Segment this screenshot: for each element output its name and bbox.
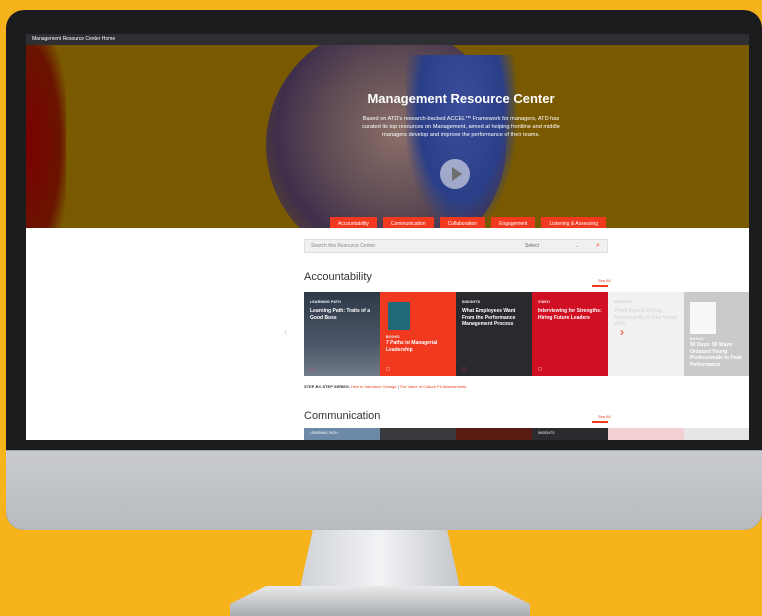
card-video[interactable]: VIDEO Interviewing for Strengths: Hiring… [532,292,608,376]
card-tag: VIDEO [538,300,550,304]
monitor-chin [6,450,762,530]
card-tag: LEARNING PATH [310,431,338,435]
collaboration-button[interactable]: Collaboration [439,217,486,228]
step-series-label: STEP-BY-STEP SERIES: [304,384,350,389]
accountability-carousel: LEARNING PATH Learning Path: Traits of a… [304,292,749,376]
search-icon[interactable]: ⌕ [589,242,607,250]
card-title: 90 Days: 90 Ways: Onboard Young Professi… [690,342,742,368]
screen: Management Resource Center Home Manageme… [26,34,749,440]
card-tag: LEARNING PATH [310,300,341,304]
monitor-stand-neck [300,530,460,588]
card-tag: BOOKS [386,335,400,339]
card-insights[interactable]: INSIGHTS What Employees Want From the Pe… [456,292,532,376]
search-input[interactable]: Search this Resource Center [311,243,525,249]
engagement-button[interactable]: Engagement [491,217,536,228]
book-cover [388,302,410,330]
card-item-faded[interactable] [684,428,749,440]
card-learning-path[interactable]: LEARNING PATH [304,428,380,440]
hero-person [406,55,516,228]
section-title-accountability: Accountability [304,271,372,283]
communication-button[interactable]: Communication [382,217,434,228]
carousel-next-icon[interactable]: › [620,325,624,339]
listening-assessing-button[interactable]: Listening & Assessing [541,217,607,228]
section-title-communication: Communication [304,410,381,422]
card-tag: INSIGHTS [538,431,555,435]
card-item[interactable] [456,428,532,440]
see-all-accountability[interactable]: See All [598,278,610,283]
hero-banner: Management Resource Center Based on ATD'… [26,45,749,228]
link-culture-fit[interactable]: The Value of Culture Fit Assessments [400,384,467,389]
step-by-step-series: STEP-BY-STEP SERIES: How to Introduce Ch… [304,384,466,389]
view-icon: ▢ [462,366,466,371]
chevron-down-icon[interactable]: ⌄ [575,243,589,249]
card-book-faded[interactable]: BOOKS 90 Days: 90 Ways: Onboard Young Pr… [684,292,749,376]
see-all-underline [592,421,608,423]
communication-carousel: LEARNING PATH INSIGHTS [304,428,749,440]
carousel-prev-icon[interactable]: ‹ [284,327,287,338]
card-book[interactable]: BOOKS 7 Paths to Managerial Leadership ▢ [380,292,456,376]
see-all-communication[interactable]: See All [598,414,610,419]
hero-topic-buttons: Accountability Communication Collaborati… [330,217,607,228]
card-title: Interviewing for Strengths: Hiring Futur… [538,308,602,321]
card-tag: INSIGHTS [462,300,481,304]
card-tag: INSIGHTS [614,300,633,304]
home-link[interactable]: Management Resource Center Home [32,36,115,42]
hero-description: Based on ATD's research-backed ACCEL™ Fr… [362,116,560,138]
see-all-underline [592,285,608,287]
card-insights[interactable]: INSIGHTS [532,428,608,440]
card-title: What Employees Want From the Performance… [462,308,516,327]
view-icon: ▢ [538,366,542,371]
card-learning-path[interactable]: LEARNING PATH Learning Path: Traits of a… [304,292,380,376]
hero-background-left [26,45,66,228]
card-item[interactable] [380,428,456,440]
card-title: Learning Path: Traits of a Good Boss [310,308,371,321]
view-icon: ▢ [386,366,390,371]
topbar: Management Resource Center Home [26,34,749,45]
card-tag: BOOKS [690,337,704,341]
card-item-faded[interactable] [608,428,684,440]
monitor-stand-base [230,586,530,616]
play-icon[interactable] [440,159,470,189]
search-bar: Search this Resource Center Select ⌄ ⌕ [304,239,608,253]
accountability-button[interactable]: Accountability [330,217,377,228]
filter-select[interactable]: Select [525,243,575,249]
hero-title: Management Resource Center [367,91,555,106]
link-separator: | [397,384,399,389]
view-icon: ▢ [310,366,314,371]
link-introduce-change[interactable]: How to Introduce Change [351,384,396,389]
book-cover [690,302,716,334]
card-title: 7 Paths to Managerial Leadership [386,340,438,353]
